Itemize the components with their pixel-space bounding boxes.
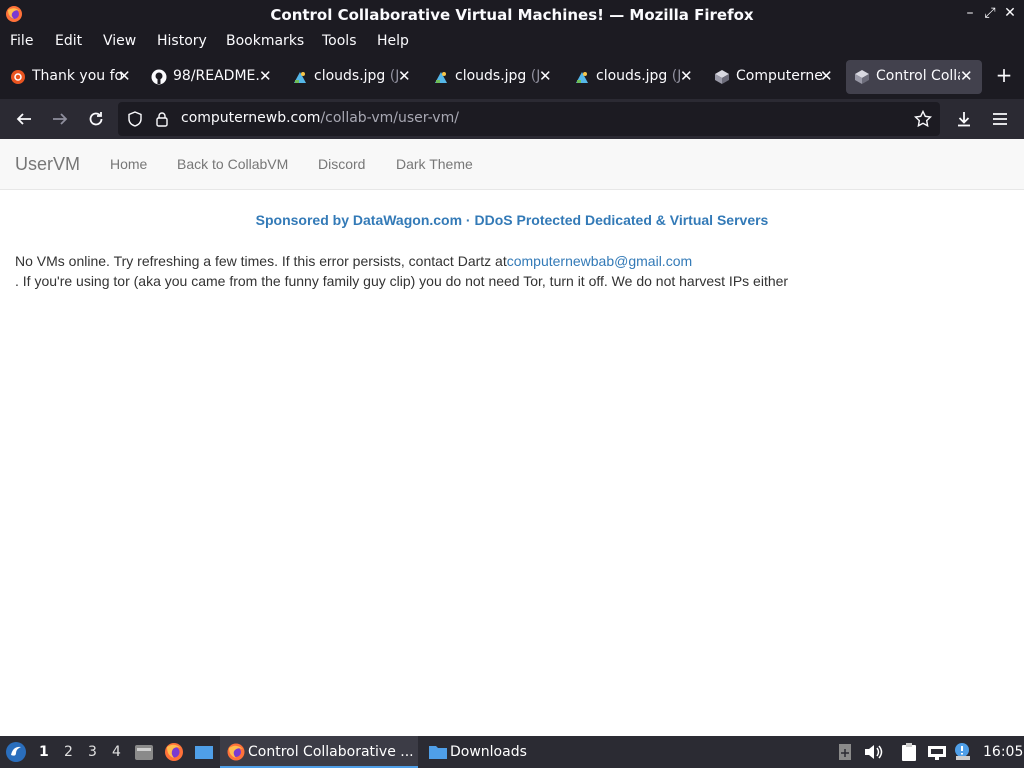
tab-thank-you[interactable]: Thank you fo ✕ bbox=[2, 60, 140, 94]
tab-label: Computerne bbox=[736, 68, 822, 84]
lock-icon[interactable] bbox=[154, 111, 170, 127]
network-icon[interactable] bbox=[926, 741, 948, 763]
nav-toolbar: computernewb.com/collab-vm/user-vm/ bbox=[0, 99, 1024, 139]
window-title: Control Collaborative Virtual Machines! … bbox=[270, 6, 754, 24]
workspace-1[interactable]: 1 bbox=[39, 744, 49, 760]
workspace-3[interactable]: 3 bbox=[88, 744, 97, 760]
bookmark-star-icon[interactable] bbox=[912, 108, 934, 130]
menu-bookmarks[interactable]: Bookmarks bbox=[226, 33, 304, 49]
close-tab-icon[interactable]: ✕ bbox=[398, 67, 411, 85]
firefox-launcher-icon[interactable] bbox=[163, 741, 185, 763]
tab-label: clouds.jpg bbox=[314, 68, 386, 84]
ubuntu-icon bbox=[11, 70, 25, 84]
update-notifier-icon[interactable] bbox=[952, 741, 974, 763]
task-label: Downloads bbox=[450, 744, 527, 760]
collabvm-icon bbox=[855, 70, 869, 84]
contact-email-link[interactable]: computernewbab@gmail.com bbox=[507, 253, 692, 269]
tab-control-collab[interactable]: Control Colla ✕ bbox=[846, 60, 982, 94]
menu-history[interactable]: History bbox=[157, 33, 207, 49]
clipboard-icon[interactable] bbox=[898, 741, 920, 763]
back-arrow-icon bbox=[16, 113, 31, 125]
system-taskbar: 1 2 3 4 Control Collaborative ... Downlo… bbox=[0, 736, 1024, 768]
error-text-line2: . If you're using tor (aka you came from… bbox=[15, 273, 789, 289]
restore-icon[interactable]: ⤢ bbox=[982, 5, 998, 23]
page-content: UserVM Home Back to CollabVM Discord Dar… bbox=[0, 139, 1024, 736]
tab-bar: Thank you fo ✕ 98/README. ✕ clouds.jpg (… bbox=[0, 55, 1024, 99]
notes-tray-icon[interactable] bbox=[834, 741, 856, 763]
close-window-icon[interactable]: ✕ bbox=[1002, 5, 1018, 23]
error-message: No VMs online. Try refreshing a few time… bbox=[15, 251, 995, 291]
sponsor-separator: · bbox=[462, 212, 475, 228]
app-menu-button[interactable] bbox=[988, 107, 1012, 131]
hamburger-menu-icon bbox=[993, 113, 1007, 125]
tab-clouds-3[interactable]: clouds.jpg (J ✕ bbox=[566, 60, 704, 94]
download-icon bbox=[958, 112, 970, 127]
nav-discord[interactable]: Discord bbox=[318, 156, 365, 172]
tab-clouds-2[interactable]: clouds.jpg (J ✕ bbox=[425, 60, 563, 94]
new-tab-button[interactable]: + bbox=[993, 64, 1015, 86]
tab-label: clouds.jpg bbox=[596, 68, 668, 84]
task-label: Control Collaborative ... bbox=[248, 744, 414, 760]
tab-label: clouds.jpg bbox=[455, 68, 527, 84]
task-downloads[interactable]: Downloads bbox=[422, 736, 542, 768]
clock: 16:05 bbox=[983, 744, 1024, 760]
sponsor-banner: Sponsored by DataWagon.com · DDoS Protec… bbox=[0, 212, 1024, 228]
github-icon bbox=[151, 69, 167, 85]
volume-icon[interactable] bbox=[862, 741, 884, 763]
tab-label: 98/README. bbox=[173, 68, 260, 84]
star-icon bbox=[913, 109, 933, 128]
url-text[interactable]: computernewb.com/collab-vm/user-vm/ bbox=[181, 110, 459, 126]
forward-arrow-icon bbox=[53, 113, 68, 125]
tab-label: Control Colla bbox=[876, 68, 960, 84]
show-desktop-icon[interactable] bbox=[193, 741, 215, 763]
url-host: computernewb.com bbox=[181, 110, 321, 126]
file-manager-icon[interactable] bbox=[133, 741, 155, 763]
shield-icon[interactable] bbox=[127, 111, 143, 127]
workspace-4[interactable]: 4 bbox=[112, 744, 121, 760]
menu-tools[interactable]: Tools bbox=[322, 33, 357, 49]
tab-clouds-1[interactable]: clouds.jpg (J ✕ bbox=[284, 60, 422, 94]
close-tab-icon[interactable]: ✕ bbox=[259, 67, 272, 85]
image-icon bbox=[435, 72, 447, 83]
tab-computernewb[interactable]: Computerne ✕ bbox=[706, 60, 844, 94]
site-navbar: UserVM Home Back to CollabVM Discord Dar… bbox=[0, 139, 1024, 190]
task-firefox[interactable]: Control Collaborative ... bbox=[220, 736, 418, 768]
collabvm-icon bbox=[715, 70, 729, 84]
nav-home[interactable]: Home bbox=[110, 156, 147, 172]
close-tab-icon[interactable]: ✕ bbox=[960, 67, 973, 85]
nav-dark-theme[interactable]: Dark Theme bbox=[396, 156, 473, 172]
close-tab-icon[interactable]: ✕ bbox=[680, 67, 693, 85]
close-tab-icon[interactable]: ✕ bbox=[539, 67, 552, 85]
minimize-icon[interactable]: – bbox=[962, 5, 978, 23]
close-tab-icon[interactable]: ✕ bbox=[820, 67, 833, 85]
tab-readme[interactable]: 98/README. ✕ bbox=[143, 60, 281, 94]
back-button[interactable] bbox=[12, 107, 36, 131]
forward-button[interactable] bbox=[48, 107, 72, 131]
image-icon bbox=[576, 72, 588, 83]
reload-icon bbox=[89, 112, 103, 126]
close-tab-icon[interactable]: ✕ bbox=[118, 67, 131, 85]
nav-back-to-collabvm[interactable]: Back to CollabVM bbox=[177, 156, 288, 172]
sponsor-link[interactable]: Sponsored by DataWagon.com bbox=[256, 212, 462, 228]
tab-label: Thank you fo bbox=[32, 68, 122, 84]
downloads-button[interactable] bbox=[952, 107, 976, 131]
reload-button[interactable] bbox=[84, 107, 108, 131]
url-path: /collab-vm/user-vm/ bbox=[320, 110, 459, 126]
menu-file[interactable]: File bbox=[10, 33, 33, 49]
firefox-icon bbox=[227, 743, 245, 761]
image-icon bbox=[294, 72, 306, 83]
start-menu-icon[interactable] bbox=[4, 740, 28, 764]
error-text-line1: No VMs online. Try refreshing a few time… bbox=[15, 253, 507, 269]
sponsor-tagline-link[interactable]: DDoS Protected Dedicated & Virtual Serve… bbox=[475, 212, 769, 228]
workspace-2[interactable]: 2 bbox=[64, 744, 73, 760]
site-brand[interactable]: UserVM bbox=[15, 154, 80, 175]
folder-icon bbox=[429, 746, 447, 759]
menu-bar: File Edit View History Bookmarks Tools H… bbox=[0, 29, 1024, 55]
menu-help[interactable]: Help bbox=[377, 33, 409, 49]
menu-edit[interactable]: Edit bbox=[55, 33, 82, 49]
menu-view[interactable]: View bbox=[103, 33, 136, 49]
url-bar[interactable]: computernewb.com/collab-vm/user-vm/ bbox=[118, 102, 940, 136]
window-titlebar: Control Collaborative Virtual Machines! … bbox=[0, 0, 1024, 29]
